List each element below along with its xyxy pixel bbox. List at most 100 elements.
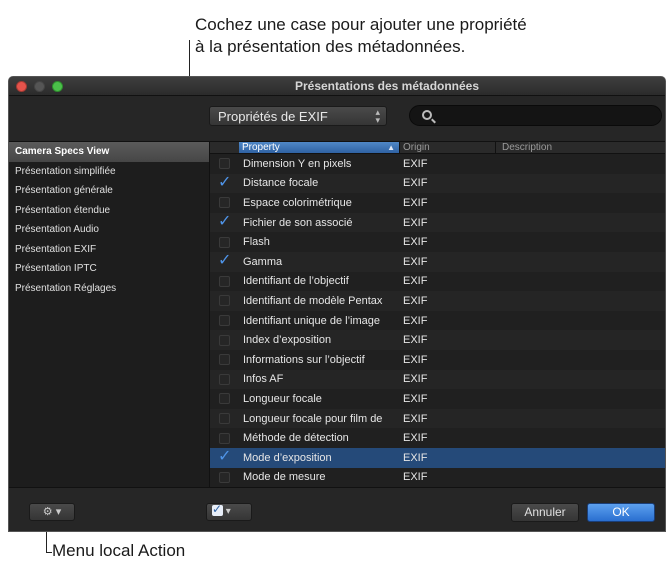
cell-origin: EXIF [403,353,428,366]
row-checkbox[interactable] [219,393,230,405]
sidebar-item[interactable]: Présentation Réglages [9,279,209,299]
row-checkbox-cell [210,446,239,468]
sidebar-item[interactable]: Présentation étendue [9,201,209,221]
checkmark-icon [212,501,223,517]
row-checkbox-cell [210,409,239,429]
row-checkbox-cell [210,250,239,272]
cell-origin: EXIF [403,157,428,170]
table-row[interactable]: Infos AF EXIF [210,369,665,390]
row-checkbox[interactable] [219,315,230,327]
table-header: Property ▲ Origin Description [210,142,665,154]
cell-origin: EXIF [403,255,428,268]
row-checkbox-cell [210,311,239,331]
ok-button[interactable]: OK [587,503,655,522]
cell-property: Identifiant de l’objectif [243,275,349,288]
cell-property: Fichier de son associé [243,216,353,229]
table-row[interactable]: Index d’exposition EXIF [210,330,665,350]
sidebar-item[interactable]: Présentation IPTC [9,259,209,279]
cell-origin: EXIF [403,236,428,249]
cell-origin: EXIF [403,314,428,327]
row-checkbox[interactable] [219,236,230,248]
table-row[interactable]: Longueur focale EXIF [210,389,665,409]
cell-origin: EXIF [403,432,428,445]
cell-property: Flash [243,236,270,249]
row-checkbox-cell [210,428,239,448]
table-row[interactable]: Distance focale EXIF [210,172,665,194]
row-checkbox[interactable] [219,432,230,444]
row-checkbox-cell [210,211,239,233]
table-row[interactable]: Identifiant unique de l’image EXIF [210,310,665,331]
checkbox-popup-button[interactable]: ▾ [206,501,252,521]
table-row[interactable]: Méthode de détection EXIF [210,428,665,448]
row-checkbox[interactable] [219,354,230,366]
sidebar-item[interactable]: Camera Specs View [9,142,209,162]
row-checkbox[interactable] [219,471,230,483]
cell-origin: EXIF [403,196,428,209]
column-header-property[interactable]: Property ▲ [239,142,399,153]
row-checkbox[interactable] [219,373,230,385]
row-checkbox[interactable] [219,413,230,425]
row-checkbox[interactable] [219,295,230,307]
row-checkbox-cell [210,330,239,350]
updown-arrows-icon: ▴ ▾ [375,107,380,125]
sidebar-item[interactable]: Présentation EXIF [9,240,209,260]
row-checkbox-cell [210,154,239,174]
table-row[interactable]: Longueur focale pour film de EXIF [210,408,665,429]
row-checkbox-cell [210,272,239,292]
table-row[interactable]: Identifiant de l’objectif EXIF [210,271,665,292]
cell-property: Identifiant de modèle Pentax [243,294,383,307]
table-row[interactable]: Espace colorimétrique EXIF [210,193,665,213]
row-checkbox-cell [210,350,239,370]
row-checkbox[interactable] [219,334,230,346]
row-checkbox[interactable] [218,250,231,269]
cell-property: Longueur focale [243,392,322,405]
chevron-down-icon: ▾ [225,506,231,517]
table-row[interactable]: Informations sur l’objectif EXIF [210,349,665,370]
table-row[interactable]: Identifiant de modèle Pentax EXIF [210,291,665,311]
table-row[interactable]: Mode d’exposition EXIF [210,446,665,468]
row-checkbox-cell [210,193,239,213]
row-checkbox[interactable] [219,197,230,209]
bottom-bar: ⚙ ▾ ▾ Annuler OK [9,487,665,531]
cell-origin: EXIF [403,177,428,190]
table-row[interactable]: Gamma EXIF [210,250,665,272]
titlebar: Présentations des métadonnées [9,77,665,96]
table-body: Dimension Y en pixelsEXIFDistance focale… [210,154,665,488]
sidebar-item[interactable]: Présentation générale [9,181,209,201]
cell-property: Longueur focale pour film de [243,412,383,425]
row-checkbox[interactable] [218,172,231,191]
row-checkbox[interactable] [219,275,230,287]
sidebar-item[interactable]: Présentation Audio [9,220,209,240]
row-checkbox[interactable] [218,211,231,230]
table-row[interactable]: Dimension Y en pixels EXIF [210,154,665,174]
cell-origin: EXIF [403,412,428,425]
row-checkbox[interactable] [218,446,231,465]
cell-property: Infos AF [243,373,284,386]
cell-property: Dimension Y en pixels [243,157,352,170]
row-checkbox[interactable] [219,158,230,170]
row-checkbox-cell [210,468,239,488]
cell-origin: EXIF [403,392,428,405]
cancel-button[interactable]: Annuler [511,503,579,522]
row-checkbox-cell [210,370,239,390]
cell-origin: EXIF [403,275,428,288]
table-row[interactable]: Fichier de son associé EXIF [210,211,665,233]
row-checkbox-cell [210,172,239,194]
search-field[interactable] [409,105,662,126]
properties-table: Property ▲ Origin Description Dimension … [210,142,665,488]
search-icon [422,110,432,120]
table-row[interactable]: Mode de mesure EXIF [210,467,665,488]
cell-property: Informations sur l’objectif [243,353,365,366]
cell-property: Mode de mesure [243,471,326,484]
column-header-description[interactable]: Description [495,142,665,153]
chevron-down-icon: ▾ [55,506,62,518]
action-popup-button[interactable]: ⚙ ▾ [29,503,75,521]
column-header-origin[interactable]: Origin [399,142,495,153]
cell-origin: EXIF [403,451,428,464]
gear-icon: ⚙ [42,506,53,518]
table-row[interactable]: Flash EXIF [210,232,665,252]
properties-popup[interactable]: Propriétés de EXIF ▴ ▾ [209,106,387,126]
cell-property: Méthode de détection [243,432,349,445]
callout-instructions: Cochez une case pour ajouter une proprié… [195,14,527,58]
sidebar-item[interactable]: Présentation simplifiée [9,162,209,182]
